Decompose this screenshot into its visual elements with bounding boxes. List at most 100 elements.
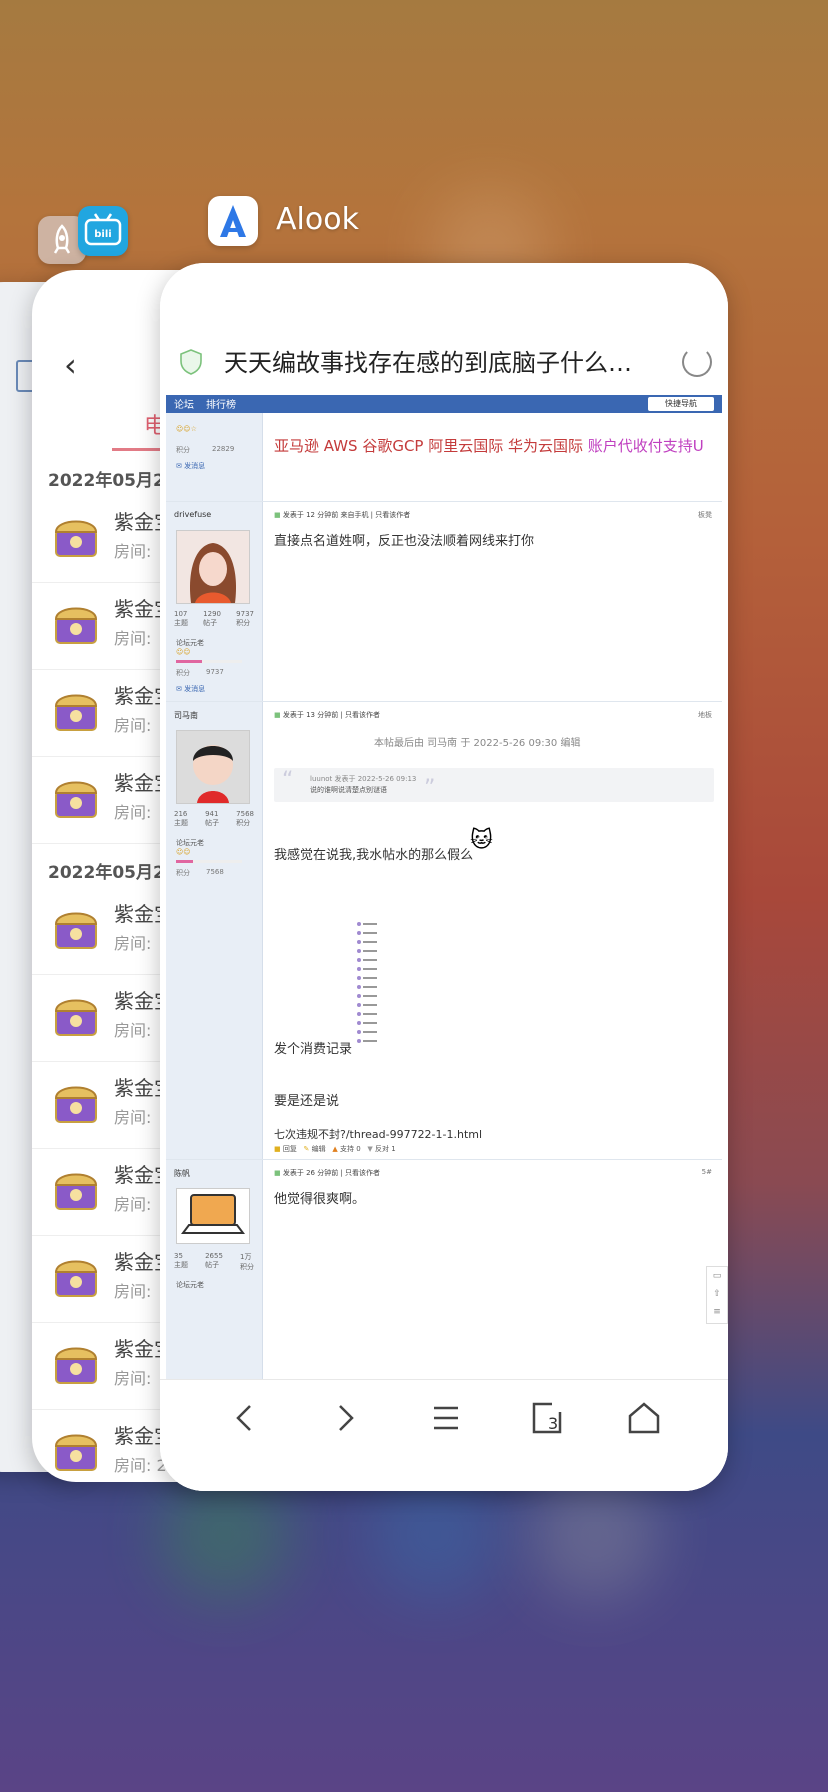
score-label: 积分 bbox=[176, 446, 190, 454]
username[interactable]: 陈帆 bbox=[174, 1168, 190, 1179]
user-stats: 107 主题 1290 帖子 9737 积分 bbox=[174, 610, 254, 627]
post-link[interactable]: 七次违规不封?/thread-997722-1-1.html bbox=[274, 1126, 482, 1142]
user-rank: 论坛元老 bbox=[176, 639, 204, 647]
treasure-chest-icon bbox=[54, 912, 98, 949]
post-text: 我感觉在说我,我水帖水的那么假么 bbox=[274, 848, 474, 863]
forum-post: 陈帆 35 主题 2655 帖子 1万 积分 论坛元老 ■ 发表于 26 分钟前 | … bbox=[166, 1159, 722, 1400]
side-float-tools[interactable]: ▭ ⇧ ≡ bbox=[706, 1266, 728, 1324]
floor-label: 板凳 bbox=[698, 511, 712, 519]
post-meta: ■ 发表于 26 分钟前 | 只看该作者 bbox=[274, 1169, 381, 1177]
floor-label: 地板 bbox=[698, 711, 712, 719]
send-message-link[interactable]: ✉ 发消息 bbox=[176, 684, 205, 694]
forum-post: drivefuse 107 主题 1290 帖子 9737 积分 论坛元老 ☺☺ 积分… bbox=[166, 501, 722, 702]
avatar[interactable] bbox=[176, 1188, 250, 1244]
bilibili-app-icon[interactable]: bili bbox=[78, 206, 128, 256]
treasure-chest-icon bbox=[54, 781, 98, 818]
screenshot-thumbnail[interactable] bbox=[356, 894, 382, 1044]
item-subtitle: 房间: bbox=[114, 934, 152, 953]
username[interactable]: 司马南 bbox=[174, 710, 198, 721]
edit-note: 本帖最后由 司马南 于 2022-5-26 09:30 编辑 bbox=[374, 738, 581, 749]
promo-post: ☺☺☆ 积分 22829 ✉ 发消息 亚马逊 AWS 谷歌GCP 阿里云国际 华… bbox=[166, 413, 722, 501]
user-stats: 35 主题 2655 帖子 1万 积分 bbox=[174, 1252, 254, 1271]
treasure-chest-icon bbox=[54, 607, 98, 644]
medal-icons: ☺☺ bbox=[176, 648, 191, 656]
security-shield-icon bbox=[180, 349, 202, 375]
user-rank: 论坛元老 bbox=[176, 839, 204, 847]
treasure-chest-icon bbox=[54, 1347, 98, 1384]
browser-toolbar: 3 bbox=[160, 1379, 728, 1491]
treasure-chest-icon bbox=[54, 1434, 98, 1471]
item-subtitle: 房间: bbox=[114, 1108, 152, 1127]
forum-nav-bar: 论坛 排行榜 快捷导航 bbox=[166, 395, 722, 413]
user-stats: 216 主题 941 帖子 7568 积分 bbox=[174, 810, 254, 827]
forum-content: ☺☺☆ 积分 22829 ✉ 发消息 亚马逊 AWS 谷歌GCP 阿里云国际 华… bbox=[166, 413, 722, 1491]
treasure-chest-icon bbox=[54, 694, 98, 731]
avatar[interactable] bbox=[176, 530, 250, 604]
post-meta: ■ 发表于 12 分钟前 来自手机 | 只看该作者 bbox=[274, 511, 411, 519]
treasure-chest-icon bbox=[54, 999, 98, 1036]
page-title[interactable]: 天天编故事找存在感的到底脑子什么问... bbox=[224, 343, 654, 378]
username[interactable]: drivefuse bbox=[174, 510, 211, 519]
score-value: 22829 bbox=[212, 445, 235, 453]
medal-icons: ☺☺ bbox=[176, 848, 191, 856]
list-icon[interactable]: ≡ bbox=[707, 1303, 727, 1321]
quote-mark-icon: ” bbox=[424, 776, 436, 801]
browser-address-bar: 天天编故事找存在感的到底脑子什么问... bbox=[160, 263, 728, 395]
comment-icon[interactable]: ▭ bbox=[707, 1267, 727, 1285]
quote-mark-icon: “ bbox=[282, 768, 294, 793]
forum-post: 司马南 216 主题 941 帖子 7568 积分 论坛元老 ☺☺ 积分 7568 ■… bbox=[166, 701, 722, 1160]
menu-icon[interactable] bbox=[426, 1398, 466, 1438]
post-meta: ■ 发表于 13 分钟前 | 只看该作者 bbox=[274, 711, 381, 719]
section-date: 2022年05月2 bbox=[48, 471, 165, 491]
post-text: 要是还是说 bbox=[274, 1094, 340, 1109]
tabs-count: 3 bbox=[548, 1414, 559, 1433]
alook-app-icon[interactable] bbox=[208, 196, 258, 246]
item-subtitle: 房间: bbox=[114, 716, 152, 735]
item-subtitle: 房间: bbox=[114, 542, 152, 561]
promo-text[interactable]: 亚马逊 AWS 谷歌GCP 阿里云国际 华为云国际 账户代收付支持U bbox=[274, 435, 704, 456]
treasure-chest-icon bbox=[54, 1086, 98, 1123]
treasure-chest-icon bbox=[54, 520, 98, 557]
treasure-chest-icon bbox=[54, 1260, 98, 1297]
emoji-icon: 🐱 bbox=[470, 828, 493, 853]
item-subtitle: 房间: bbox=[114, 803, 152, 822]
section-date: 2022年05月2 bbox=[48, 863, 165, 883]
quote-block: luunot 发表于 2022-5-26 09:13 说的谁啊说清楚点别谜语 “… bbox=[274, 768, 714, 802]
rank-progress bbox=[176, 660, 242, 663]
back-button[interactable]: ‹ bbox=[64, 346, 77, 384]
send-message-link[interactable]: ✉ 发消息 bbox=[176, 461, 205, 471]
home-icon[interactable] bbox=[624, 1398, 664, 1438]
treasure-chest-icon bbox=[54, 1173, 98, 1210]
tabs-button[interactable]: 3 bbox=[526, 1398, 566, 1438]
nav-ranking[interactable]: 排行榜 bbox=[206, 396, 236, 411]
post-text: 发个消费记录 bbox=[274, 1042, 353, 1057]
item-subtitle: 房间: bbox=[114, 1195, 152, 1214]
post-text: 他觉得很爽啊。 bbox=[274, 1192, 366, 1207]
medal-icons: ☺☺☆ bbox=[176, 425, 197, 433]
score-label: 积分 bbox=[176, 669, 190, 677]
back-icon[interactable] bbox=[226, 1398, 266, 1438]
svg-text:bili: bili bbox=[94, 229, 111, 240]
floor-label: 5# bbox=[701, 1168, 712, 1176]
item-subtitle: 房间: bbox=[114, 1282, 152, 1301]
score-value: 7568 bbox=[206, 868, 224, 876]
forward-icon[interactable] bbox=[324, 1398, 364, 1438]
reload-icon[interactable] bbox=[682, 347, 712, 377]
quote-body: 说的谁啊说清楚点别谜语 bbox=[310, 786, 387, 794]
item-subtitle: 房间: bbox=[114, 1369, 152, 1388]
post-text: 直接点名道姓啊，反正也没法顺着网线来打你 bbox=[274, 534, 535, 549]
score-label: 积分 bbox=[176, 869, 190, 877]
score-value: 9737 bbox=[206, 668, 224, 676]
item-subtitle: 房间: bbox=[114, 1021, 152, 1040]
item-subtitle: 房间: bbox=[114, 629, 152, 648]
nav-forum[interactable]: 论坛 bbox=[174, 396, 194, 411]
share-icon[interactable]: ⇧ bbox=[707, 1285, 727, 1303]
user-rank: 论坛元老 bbox=[176, 1281, 204, 1289]
quick-nav-button[interactable]: 快捷导航 bbox=[648, 397, 714, 411]
item-subtitle: 房间: 2 bbox=[114, 1456, 167, 1475]
tabs-icon bbox=[532, 1402, 562, 1434]
avatar[interactable] bbox=[176, 730, 250, 804]
quote-head: luunot 发表于 2022-5-26 09:13 bbox=[310, 775, 417, 783]
alook-app-card[interactable]: 天天编故事找存在感的到底脑子什么问... 论坛 排行榜 快捷导航 ☺☺☆ 积分 … bbox=[160, 263, 728, 1491]
post-actions[interactable]: ■ 回复 ✎ 编辑 ▲ 支持 0 ▼ 反对 1 bbox=[274, 1144, 396, 1154]
